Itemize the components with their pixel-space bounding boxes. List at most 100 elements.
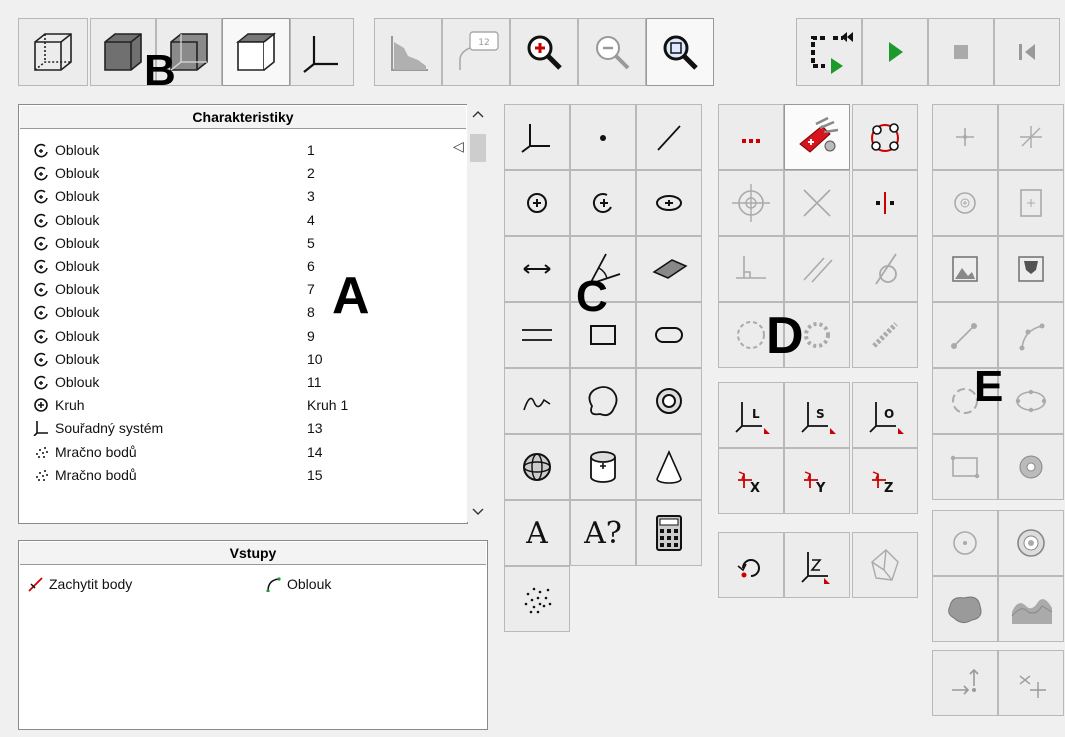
text-tool[interactable]: A	[504, 500, 570, 566]
axis-o-icon: O	[869, 402, 904, 434]
slot-icon	[655, 327, 683, 343]
collapse-arrow-icon[interactable]: ◁	[453, 139, 464, 155]
inputs-header: Vstupy	[20, 542, 486, 565]
svg-text:Y: Y	[815, 481, 826, 496]
scroll-thumb[interactable]	[470, 134, 486, 162]
plane-icon	[652, 259, 688, 279]
hidden-line-view-button[interactable]	[222, 18, 290, 86]
arc-tool[interactable]	[570, 170, 636, 236]
arc-icon	[592, 193, 612, 214]
ring-tool[interactable]	[998, 434, 1064, 500]
svg-text:Z: Z	[884, 481, 893, 496]
characteristic-value: 15	[307, 466, 323, 483]
curve-tool[interactable]	[504, 368, 570, 434]
translate-y-icon: Y	[804, 471, 826, 496]
toolkit-tool[interactable]	[784, 104, 850, 170]
contour-tool[interactable]	[998, 510, 1064, 576]
midpoint-tool[interactable]	[852, 170, 918, 236]
circle-points-tool[interactable]	[852, 104, 918, 170]
surface-blob-tool[interactable]	[932, 576, 998, 642]
surface-profile-tool[interactable]	[998, 576, 1064, 642]
characteristic-value: 9	[307, 327, 315, 344]
ellipse-tool[interactable]	[636, 170, 702, 236]
slot-tool[interactable]	[636, 302, 702, 368]
text-query-tool[interactable]: A?	[570, 500, 636, 566]
zoom-in-button[interactable]	[510, 18, 578, 86]
play-button[interactable]	[862, 18, 928, 86]
translate-y-tool[interactable]: Y	[784, 448, 850, 514]
align-z-tool[interactable]	[784, 532, 850, 598]
rectangle-points-tool[interactable]	[932, 434, 998, 500]
characteristic-value: 2	[307, 165, 315, 182]
coordinate-system-view-button[interactable]	[290, 18, 354, 86]
calculator-tool[interactable]	[636, 500, 702, 566]
closed-curve-icon	[588, 386, 618, 417]
align-l-tool[interactable]: L	[718, 382, 784, 448]
zoom-out-button[interactable]	[578, 18, 646, 86]
align-o-tool[interactable]: O	[852, 382, 918, 448]
snap-point-tool[interactable]	[932, 104, 998, 170]
stop-button[interactable]	[928, 18, 994, 86]
polyline-tool[interactable]	[998, 302, 1064, 368]
chain-tool[interactable]	[852, 302, 918, 368]
circle-point-icon	[953, 531, 977, 555]
zoom-in-icon	[527, 35, 562, 70]
parallel-tool[interactable]	[784, 236, 850, 302]
closed-spline-tool[interactable]	[998, 368, 1064, 434]
characteristics-panel: Charakteristiky Oblouk 1 Oblouk 2 Oblouk 3 Obl…	[18, 104, 468, 524]
best-fit-tool[interactable]	[852, 532, 918, 598]
characteristics-scrollbar[interactable]	[467, 104, 489, 522]
inputs-panel: Vstupy Zachytit body Oblouk	[18, 540, 488, 730]
parallel-lines-tool[interactable]	[504, 302, 570, 368]
tangent-tool[interactable]	[852, 236, 918, 302]
offset-point-tool[interactable]	[998, 650, 1064, 716]
characteristic-name: Oblouk	[55, 258, 100, 274]
label-tool-button[interactable]: 12	[442, 18, 510, 86]
parallel-icon	[803, 257, 833, 283]
point-cloud-tool[interactable]	[504, 566, 570, 632]
hidden-line-cube-icon	[236, 32, 276, 71]
image-tool[interactable]	[932, 236, 998, 302]
circle-point-tool[interactable]	[932, 510, 998, 576]
torus-tool[interactable]	[636, 368, 702, 434]
axis-s-icon: S	[801, 402, 836, 434]
circle-tool[interactable]	[504, 170, 570, 236]
intersection-tool[interactable]	[784, 170, 850, 236]
line-tool[interactable]	[636, 104, 702, 170]
crosshair-tool[interactable]	[718, 170, 784, 236]
point-tool[interactable]	[570, 104, 636, 170]
bitmap-tool[interactable]	[998, 236, 1064, 302]
coordinate-system-tool[interactable]	[504, 104, 570, 170]
closed-curve-tool[interactable]	[570, 368, 636, 434]
zoom-fit-button[interactable]	[646, 18, 714, 86]
calculator-icon	[656, 515, 682, 551]
snap-slot-tool[interactable]	[998, 170, 1064, 236]
characteristic-value: 13	[307, 420, 323, 437]
translate-z-tool[interactable]: Z	[852, 448, 918, 514]
plane-tool[interactable]	[636, 236, 702, 302]
point-move-tool[interactable]	[932, 650, 998, 716]
dotted-line-tool[interactable]	[718, 104, 784, 170]
svg-text:12: 12	[478, 38, 489, 48]
wireframe-view-button[interactable]	[18, 18, 88, 86]
step-back-button[interactable]	[994, 18, 1060, 86]
cone-tool[interactable]	[636, 434, 702, 500]
arc-icon	[34, 306, 48, 320]
scroll-up-icon[interactable]	[472, 110, 484, 118]
perpendicular-tool[interactable]	[718, 236, 784, 302]
rotate-tool[interactable]	[718, 532, 784, 598]
distance-tool[interactable]	[504, 236, 570, 302]
circle-points-icon	[871, 123, 899, 152]
sphere-tool[interactable]	[504, 434, 570, 500]
snap-circle-tool[interactable]	[932, 170, 998, 236]
coordinate-system-icon	[33, 421, 48, 437]
spline-tool[interactable]	[932, 302, 998, 368]
translate-x-tool[interactable]: X	[718, 448, 784, 514]
snap-intersection-tool[interactable]	[998, 104, 1064, 170]
chain-icon	[872, 322, 898, 348]
cylinder-tool[interactable]	[570, 434, 636, 500]
align-s-tool[interactable]: S	[784, 382, 850, 448]
program-loop-button[interactable]	[796, 18, 862, 86]
graph-tool-button[interactable]	[374, 18, 442, 86]
scroll-down-icon[interactable]	[472, 508, 484, 516]
